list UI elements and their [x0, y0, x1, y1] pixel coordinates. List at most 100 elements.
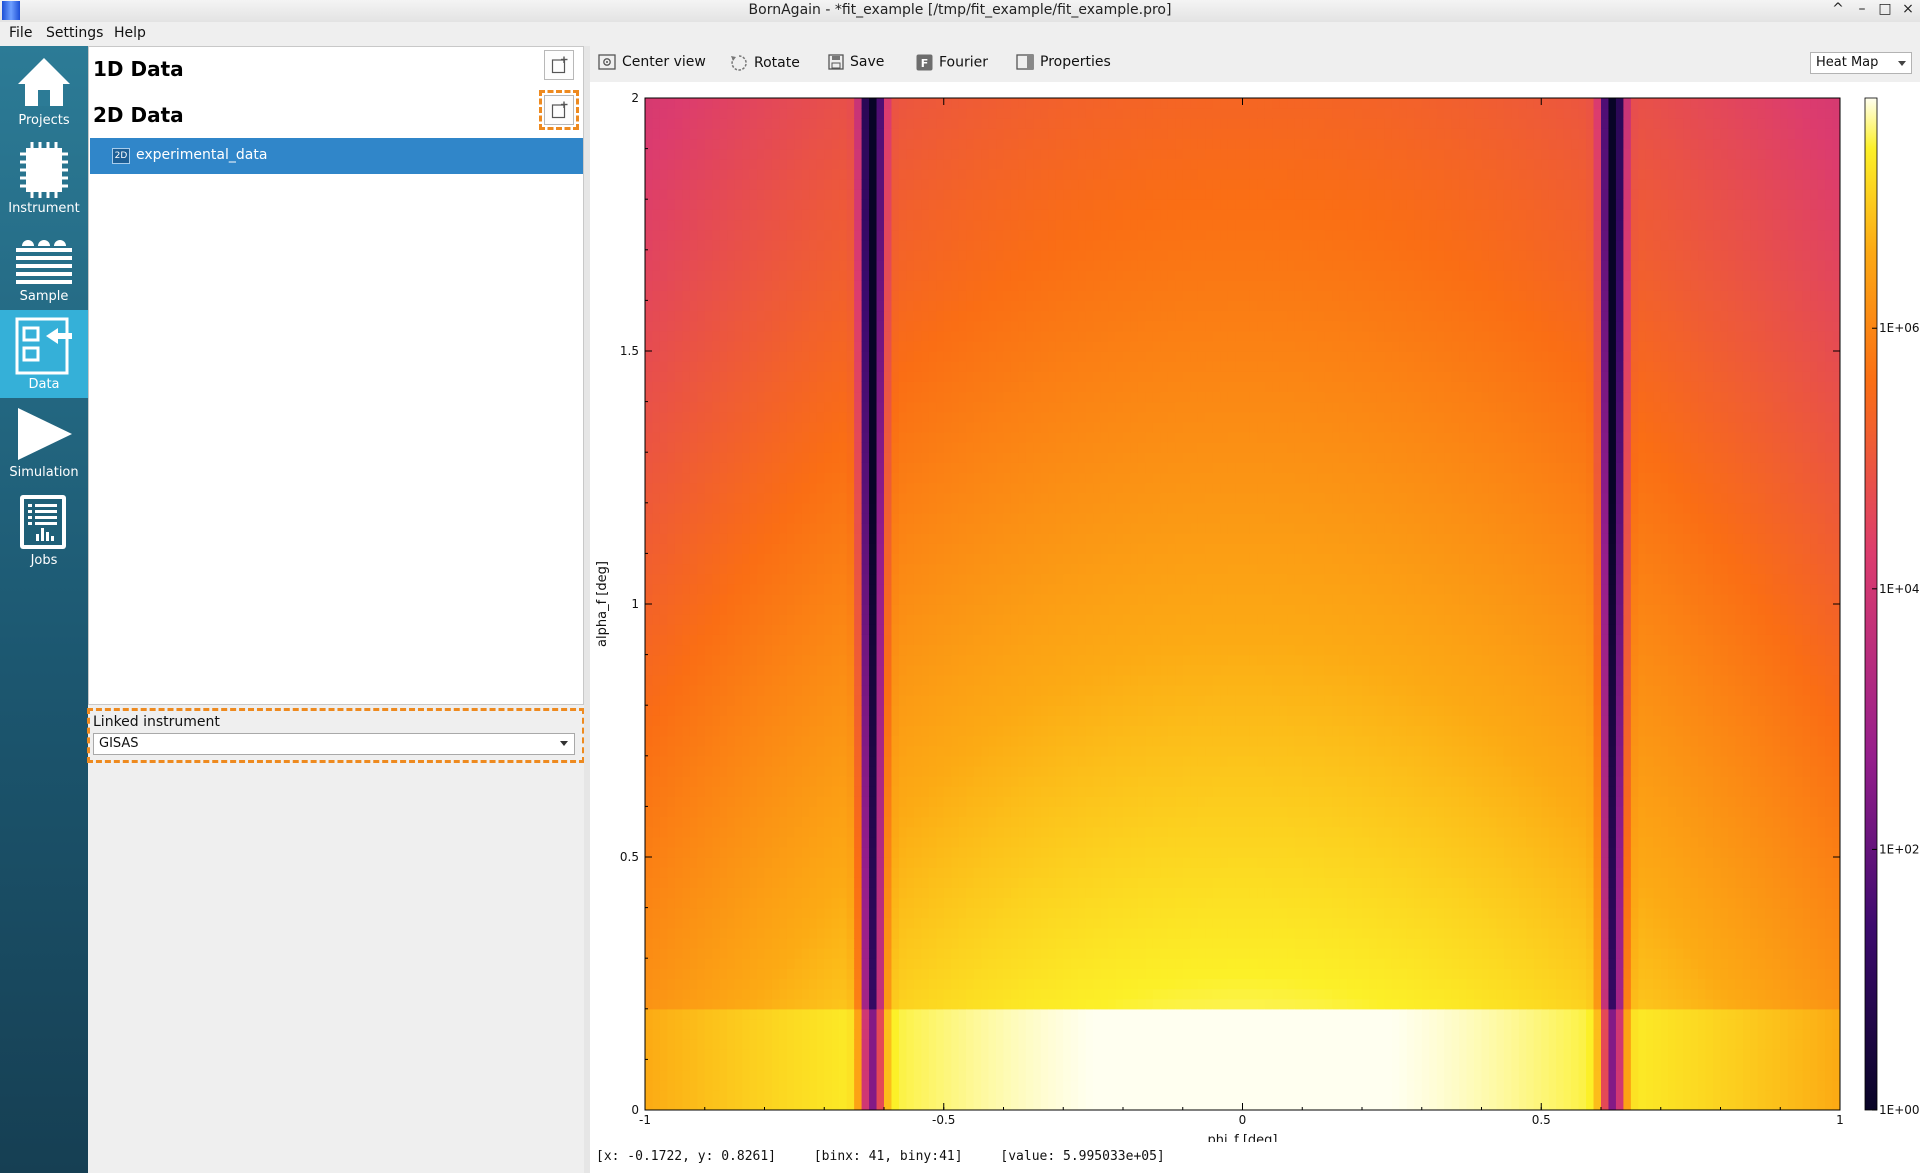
new-2d-data-button[interactable]	[539, 90, 579, 130]
list-item-experimental-data[interactable]: 2D experimental_data	[90, 138, 583, 174]
heatmap-cell	[697, 644, 706, 656]
heatmap-cell	[645, 239, 654, 251]
menu-file[interactable]: File	[9, 25, 32, 41]
heatmap-cell	[645, 391, 654, 403]
heatmap-cell	[674, 755, 683, 767]
heatmap-cell	[973, 1049, 982, 1060]
heatmap-cell	[876, 431, 885, 443]
heatmap-cell	[876, 371, 885, 382]
properties-button[interactable]: Properties	[1016, 54, 1111, 74]
heatmap-cell	[779, 563, 788, 575]
heatmap-cell	[786, 431, 795, 443]
heatmap-cell	[861, 634, 870, 646]
heatmap-cell	[854, 472, 863, 484]
heatmap-cell	[719, 978, 728, 990]
window-minimize-button[interactable]: –	[1852, 1, 1872, 17]
heatmap-cell	[898, 887, 908, 899]
menu-help[interactable]: Help	[114, 25, 146, 41]
heatmap-cell	[958, 705, 967, 716]
heatmap-cell	[757, 1039, 766, 1050]
heatmap-cell	[794, 1079, 803, 1091]
heatmap-cell	[891, 907, 900, 919]
heatmap-cell	[981, 988, 990, 1000]
heatmap-cell	[659, 593, 669, 605]
fourier-button[interactable]: F Fourier	[916, 54, 988, 74]
sidebar-item-instrument[interactable]: Instrument	[0, 134, 88, 222]
sidebar-item-data[interactable]: Data	[0, 310, 88, 398]
heatmap-cell	[667, 583, 676, 595]
new-1d-data-button[interactable]	[544, 50, 574, 80]
data-2d-badge-icon: 2D	[112, 148, 130, 164]
plot-mode-select[interactable]: Heat Map	[1810, 52, 1912, 74]
intensity-heatmap[interactable]: -1 -0.5 0 0.5 100.511.52phi_f [deg]alpha_f […	[590, 82, 1920, 1148]
heatmap-cell	[928, 320, 937, 332]
heatmap-cell	[645, 381, 654, 393]
heatmap-cell	[734, 705, 743, 716]
heatmap-cell	[779, 745, 788, 757]
heatmap-cell	[943, 239, 952, 251]
heatmap-cell	[943, 361, 952, 372]
heatmap-cell	[906, 1059, 915, 1071]
window-maximize-button[interactable]: □	[1875, 1, 1895, 17]
heatmap-cell	[667, 573, 676, 585]
heatmap-cell	[884, 482, 893, 494]
plot-toolbar: Center view Rotate Save F Fourier Proper…	[590, 46, 1920, 82]
heatmap-cell	[749, 492, 758, 504]
window-shade-button[interactable]: ^	[1828, 1, 1848, 17]
heatmap-cell	[801, 381, 810, 393]
heatmap-cell	[682, 492, 691, 504]
heatmap-cell	[854, 654, 863, 666]
heatmap-cell	[697, 846, 706, 858]
heatmap-cell	[839, 796, 848, 807]
heatmap-cell	[697, 857, 706, 868]
heatmap-cell	[727, 401, 736, 413]
window-close-button[interactable]: ×	[1898, 1, 1918, 17]
sidebar-item-jobs[interactable]: Jobs	[0, 486, 88, 574]
heatmap-cell	[764, 138, 773, 150]
sidebar-item-simulation[interactable]: Simulation	[0, 398, 88, 486]
heatmap-cell	[697, 563, 706, 575]
heatmap-cell	[824, 836, 833, 848]
heatmap-cell	[1003, 684, 1012, 696]
heatmap-cell	[876, 684, 885, 696]
heatmap-cell	[652, 442, 661, 453]
heatmap-cell	[704, 118, 713, 129]
heatmap-cell	[645, 755, 654, 767]
plot-canvas-area[interactable]: -1 -0.5 0 0.5 1 0 0.5 1 1.5 2 phi_f [deg] alpha_f […	[590, 82, 1920, 1173]
heatmap-cell	[742, 715, 751, 727]
heatmap-cell	[674, 1099, 683, 1110]
heatmap-cell	[764, 836, 773, 848]
heatmap-cell	[682, 604, 691, 615]
heatmap-cell	[898, 583, 908, 595]
heatmap-cell	[734, 826, 743, 838]
heatmap-cell	[988, 735, 997, 747]
heatmap-cell	[682, 684, 691, 696]
heatmap-cell	[749, 796, 758, 807]
heatmap-cell	[839, 958, 848, 969]
sidebar-item-sample[interactable]: Sample	[0, 222, 88, 310]
heatmap-cell	[861, 239, 870, 251]
heatmap-cell	[704, 644, 713, 656]
heatmap-cell	[891, 988, 900, 1000]
heatmap-cell	[876, 209, 885, 221]
heatmap-cell	[794, 512, 803, 524]
center-view-button[interactable]: Center view	[598, 54, 706, 74]
heatmap-cell	[801, 786, 810, 797]
heatmap-cell	[921, 300, 930, 312]
heatmap-cell	[712, 340, 721, 352]
heatmap-cell	[779, 826, 788, 838]
heatmap-cell	[757, 543, 766, 554]
sidebar-item-projects[interactable]: Projects	[0, 46, 88, 134]
heatmap-cell	[996, 219, 1005, 231]
menu-settings[interactable]: Settings	[46, 25, 103, 41]
linked-instrument-select[interactable]: GISAS	[93, 733, 575, 755]
save-button[interactable]: Save	[828, 54, 884, 74]
heatmap-cell	[689, 907, 698, 919]
heatmap-cell	[921, 178, 930, 190]
rotate-button[interactable]: Rotate	[730, 54, 800, 74]
heatmap-cell	[936, 492, 945, 504]
heatmap-cell	[988, 988, 997, 1000]
heatmap-cell	[973, 927, 982, 939]
heatmap-cell	[749, 178, 758, 190]
heatmap-cell	[794, 644, 803, 656]
